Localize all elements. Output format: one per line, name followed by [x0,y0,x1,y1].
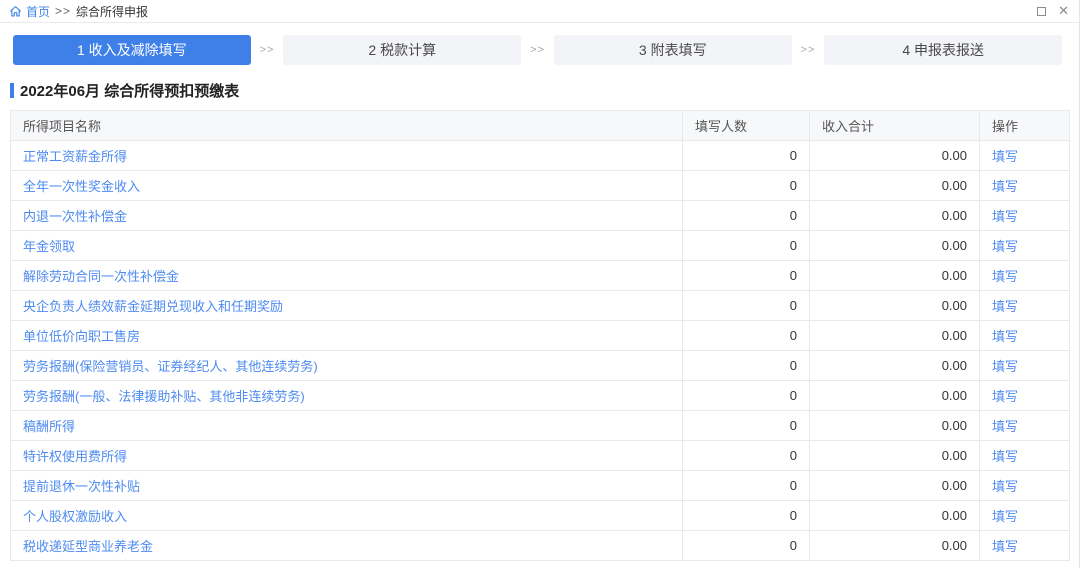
income-total-value: 0.00 [810,381,980,411]
income-total-value: 0.00 [810,291,980,321]
fill-action-link[interactable]: 填写 [992,179,1018,194]
table-row: 劳务报酬(一般、法律援助补贴、其他非连续劳务) 0 0.00 填写 [11,381,1070,411]
fill-action-link[interactable]: 填写 [992,359,1018,374]
step-button-2[interactable]: 2 税款计算 [283,35,521,65]
income-total-value: 0.00 [810,471,980,501]
fill-action-link[interactable]: 填写 [992,419,1018,434]
breadcrumb-home[interactable]: 首页 [26,3,50,20]
step-wizard: 1 收入及减除填写>>2 税款计算>>3 附表填写>>4 申报表报送 [13,35,1062,65]
income-item-link[interactable]: 劳务报酬(保险营销员、证券经纪人、其他连续劳务) [23,359,318,374]
step-button-1[interactable]: 1 收入及减除填写 [13,35,251,65]
fill-action-link[interactable]: 填写 [992,299,1018,314]
table-row: 年金领取 0 0.00 填写 [11,231,1070,261]
table-row: 正常工资薪金所得 0 0.00 填写 [11,141,1070,171]
fill-action-link[interactable]: 填写 [992,389,1018,404]
fill-count-value: 0 [683,321,810,351]
income-total-value: 0.00 [810,171,980,201]
header-count: 填写人数 [683,111,810,141]
fill-count-value: 0 [683,531,810,561]
fill-count-value: 0 [683,231,810,261]
step-button-4[interactable]: 4 申报表报送 [824,35,1062,65]
fill-count-value: 0 [683,141,810,171]
fill-count-value: 0 [683,441,810,471]
fill-action-link[interactable]: 填写 [992,269,1018,284]
fill-count-value: 0 [683,291,810,321]
fill-count-value: 0 [683,471,810,501]
income-total-value: 0.00 [810,351,980,381]
breadcrumb-current: 综合所得申报 [76,3,148,20]
income-item-link[interactable]: 个人股权激励收入 [23,509,127,524]
section-title: 2022年06月 综合所得预扣预缴表 [10,80,1079,101]
step-separator-icon: >> [251,44,284,56]
income-items-table: 所得项目名称 填写人数 收入合计 操作 正常工资薪金所得 0 0.00 填写 全… [10,110,1070,561]
header-name: 所得项目名称 [11,111,683,141]
table-row: 解除劳动合同一次性补偿金 0 0.00 填写 [11,261,1070,291]
income-item-link[interactable]: 全年一次性奖金收入 [23,179,140,194]
fill-action-link[interactable]: 填写 [992,539,1018,554]
breadcrumb-separator: >> [55,4,71,18]
table-row: 单位低价向职工售房 0 0.00 填写 [11,321,1070,351]
table-row: 央企负责人绩效薪金延期兑现收入和任期奖励 0 0.00 填写 [11,291,1070,321]
table-row: 个人股权激励收入 0 0.00 填写 [11,501,1070,531]
fill-count-value: 0 [683,411,810,441]
close-icon[interactable]: ✕ [1058,5,1069,18]
income-item-link[interactable]: 单位低价向职工售房 [23,329,140,344]
step-button-3[interactable]: 3 附表填写 [554,35,792,65]
table-row: 特许权使用费所得 0 0.00 填写 [11,441,1070,471]
fill-count-value: 0 [683,351,810,381]
income-item-link[interactable]: 提前退休一次性补贴 [23,479,140,494]
income-item-link[interactable]: 解除劳动合同一次性补偿金 [23,269,179,284]
step-separator-icon: >> [792,44,825,56]
income-item-link[interactable]: 央企负责人绩效薪金延期兑现收入和任期奖励 [23,299,283,314]
income-item-link[interactable]: 内退一次性补偿金 [23,209,127,224]
income-total-value: 0.00 [810,531,980,561]
breadcrumb-bar: 首页 >> 综合所得申报 ✕ [0,0,1079,23]
fill-action-link[interactable]: 填写 [992,209,1018,224]
income-item-link[interactable]: 正常工资薪金所得 [23,149,127,164]
income-total-value: 0.00 [810,441,980,471]
table-row: 提前退休一次性补贴 0 0.00 填写 [11,471,1070,501]
step-separator-icon: >> [521,44,554,56]
table-row: 全年一次性奖金收入 0 0.00 填写 [11,171,1070,201]
income-total-value: 0.00 [810,411,980,441]
fill-count-value: 0 [683,201,810,231]
income-item-link[interactable]: 稿酬所得 [23,419,75,434]
fill-action-link[interactable]: 填写 [992,239,1018,254]
title-accent-bar [10,83,14,98]
fill-action-link[interactable]: 填写 [992,479,1018,494]
fill-action-link[interactable]: 填写 [992,149,1018,164]
header-total: 收入合计 [810,111,980,141]
page-title: 2022年06月 综合所得预扣预缴表 [20,80,239,101]
home-icon[interactable] [9,5,22,18]
fill-count-value: 0 [683,171,810,201]
income-total-value: 0.00 [810,231,980,261]
fill-count-value: 0 [683,381,810,411]
income-item-link[interactable]: 年金领取 [23,239,75,254]
fill-count-value: 0 [683,261,810,291]
table-row: 稿酬所得 0 0.00 填写 [11,411,1070,441]
header-action: 操作 [980,111,1070,141]
income-item-link[interactable]: 税收递延型商业养老金 [23,539,153,554]
fill-action-link[interactable]: 填写 [992,509,1018,524]
table-header-row: 所得项目名称 填写人数 收入合计 操作 [11,111,1070,141]
income-total-value: 0.00 [810,201,980,231]
fill-count-value: 0 [683,501,810,531]
income-total-value: 0.00 [810,261,980,291]
table-row: 内退一次性补偿金 0 0.00 填写 [11,201,1070,231]
income-total-value: 0.00 [810,321,980,351]
income-item-link[interactable]: 特许权使用费所得 [23,449,127,464]
maximize-icon[interactable] [1037,7,1046,16]
table-row: 劳务报酬(保险营销员、证券经纪人、其他连续劳务) 0 0.00 填写 [11,351,1070,381]
income-total-value: 0.00 [810,141,980,171]
income-total-value: 0.00 [810,501,980,531]
income-item-link[interactable]: 劳务报酬(一般、法律援助补贴、其他非连续劳务) [23,389,305,404]
fill-action-link[interactable]: 填写 [992,329,1018,344]
fill-action-link[interactable]: 填写 [992,449,1018,464]
table-row: 税收递延型商业养老金 0 0.00 填写 [11,531,1070,561]
